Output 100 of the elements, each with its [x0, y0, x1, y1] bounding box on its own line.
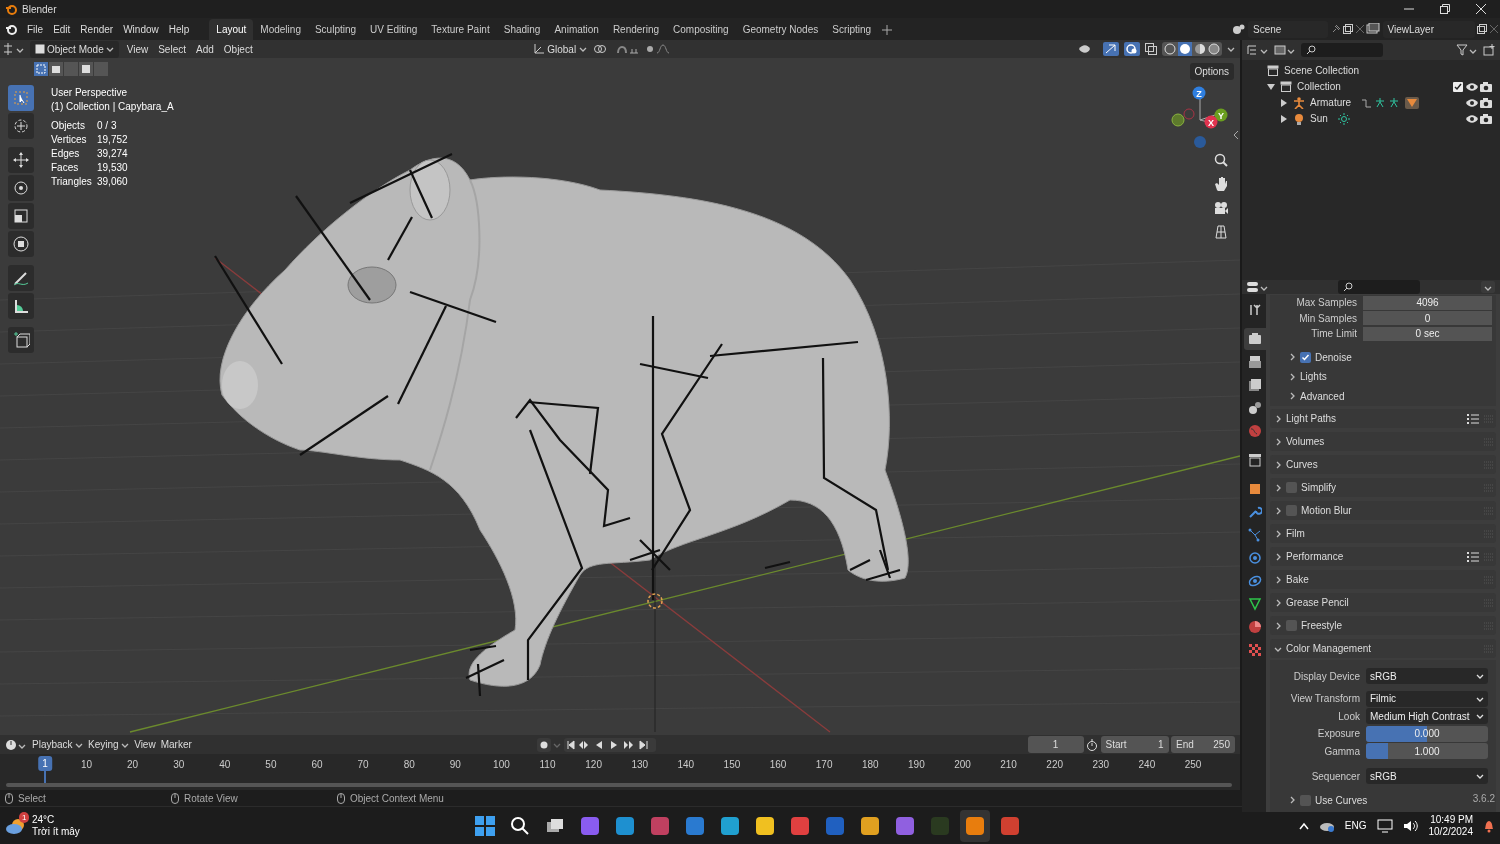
camera-icon[interactable]: [1480, 113, 1492, 124]
select-box-icon[interactable]: [12, 89, 30, 107]
slider-field[interactable]: 1.000: [1366, 743, 1488, 760]
number-field[interactable]: 4096: [1363, 295, 1492, 310]
chevron-icon[interactable]: [1274, 506, 1282, 515]
copy-icon[interactable]: [1477, 24, 1487, 34]
bell-icon[interactable]: [1483, 818, 1495, 833]
app-icon[interactable]: [615, 815, 635, 836]
chevron-icon[interactable]: [1274, 529, 1282, 538]
workspace-tab[interactable]: Sculpting: [307, 19, 364, 40]
camera-icon[interactable]: [1213, 200, 1229, 216]
workspace-tab[interactable]: Geometry Nodes: [735, 19, 826, 40]
dropdown-field[interactable]: sRGB: [1366, 668, 1488, 684]
menu-item[interactable]: View: [134, 737, 156, 752]
camera-icon[interactable]: [1480, 97, 1492, 108]
checkbox[interactable]: [1286, 482, 1297, 493]
chevron-icon[interactable]: [1288, 353, 1296, 362]
workspace-tab[interactable]: Rendering: [605, 19, 667, 40]
app-icon[interactable]: [895, 815, 915, 836]
start-frame-field[interactable]: Start 1: [1100, 736, 1169, 753]
snap-icon[interactable]: [616, 43, 641, 55]
dropdown-field[interactable]: sRGB: [1366, 768, 1488, 784]
tool-icon[interactable]: [1248, 303, 1262, 317]
checkbox[interactable]: [1286, 505, 1297, 516]
panel-title[interactable]: Film: [1286, 526, 1305, 541]
transform-icon[interactable]: [12, 235, 30, 253]
annotate-icon[interactable]: [12, 269, 30, 287]
panel-title[interactable]: Motion Blur: [1301, 503, 1352, 518]
presets-list-icon[interactable]: [1466, 413, 1479, 424]
presets-list-icon[interactable]: [1466, 551, 1479, 562]
wrench-icon[interactable]: [1248, 505, 1262, 519]
measure-icon[interactable]: [12, 297, 30, 315]
playback-controls-icon[interactable]: [563, 737, 656, 752]
menu-item[interactable]: Window: [123, 21, 159, 37]
network-icon[interactable]: [1376, 818, 1393, 833]
negative-z-handle[interactable]: [1194, 136, 1206, 148]
clock-date[interactable]: 10/2/2024: [1428, 825, 1473, 838]
timeline-scrollbar[interactable]: [6, 783, 1232, 787]
app-icon[interactable]: [860, 815, 880, 836]
restore-icon[interactable]: [1440, 4, 1450, 14]
editor-type-icon[interactable]: [2, 43, 25, 55]
menu-item[interactable]: Help: [168, 21, 190, 37]
panel-title[interactable]: Lights: [1300, 369, 1327, 385]
panel-title[interactable]: Simplify: [1301, 480, 1336, 495]
workspace-tab[interactable]: Animation: [547, 19, 606, 40]
material-icon[interactable]: [1248, 620, 1262, 634]
physics-icon[interactable]: [1248, 551, 1262, 565]
panel-title[interactable]: Light Paths: [1286, 411, 1337, 426]
chevron-icon[interactable]: [1274, 437, 1282, 446]
language-indicator[interactable]: ENG: [1344, 818, 1367, 833]
search-field[interactable]: [1301, 43, 1383, 57]
stopwatch-icon[interactable]: [1086, 738, 1098, 751]
panel-title[interactable]: Volumes: [1286, 434, 1325, 449]
menu-item[interactable]: Object: [221, 41, 256, 57]
editor-type-icon[interactable]: [5, 738, 27, 751]
checkbox[interactable]: [1286, 620, 1297, 631]
camera-icon[interactable]: [1480, 81, 1492, 92]
constraints-icon[interactable]: [1248, 574, 1262, 588]
cursor-icon[interactable]: [12, 117, 30, 135]
axis-handle[interactable]: X: [1204, 115, 1218, 129]
menu-item[interactable]: Select: [155, 41, 189, 57]
scene-icon[interactable]: [1248, 401, 1262, 415]
chevron-icon[interactable]: [1288, 372, 1296, 381]
workspace-tab[interactable]: UV Editing: [363, 19, 425, 40]
object-icon[interactable]: [1248, 482, 1262, 496]
active-app-highlight[interactable]: [960, 809, 990, 842]
chevron-icon[interactable]: [1274, 621, 1282, 630]
number-field[interactable]: 0: [1363, 311, 1492, 326]
menu-item[interactable]: Add: [193, 41, 217, 57]
caret-icon[interactable]: [1227, 45, 1235, 53]
scene-selector[interactable]: Scene: [1248, 20, 1328, 38]
mode-dropdown[interactable]: Object Mode: [29, 40, 120, 58]
filter-view-icon[interactable]: [1274, 44, 1296, 56]
proportional-icon[interactable]: [645, 43, 670, 55]
outliner-item[interactable]: Collection: [1297, 79, 1341, 94]
scene-icon[interactable]: [1231, 23, 1246, 35]
search-field[interactable]: [1338, 280, 1420, 294]
sun-data-icon[interactable]: [1337, 112, 1350, 125]
number-field[interactable]: 0 sec: [1363, 326, 1492, 341]
menu-item[interactable]: Render: [80, 21, 114, 37]
eye-icon[interactable]: [1465, 113, 1478, 124]
chevron-icon[interactable]: [1274, 552, 1282, 561]
rotate-icon[interactable]: [12, 179, 30, 197]
chevron-icon[interactable]: [1274, 414, 1282, 423]
outliner-item[interactable]: Scene Collection: [1284, 63, 1360, 78]
add-cube-icon[interactable]: [12, 331, 30, 349]
checkbox[interactable]: [1300, 794, 1311, 806]
app-icon[interactable]: [965, 815, 985, 836]
hand-icon[interactable]: [1213, 176, 1229, 192]
add-icon[interactable]: [882, 25, 893, 35]
zoom-icon[interactable]: [1213, 152, 1229, 168]
app-icon[interactable]: [755, 815, 775, 836]
disclosure-icon[interactable]: [1280, 114, 1288, 123]
axis-handle[interactable]: Z: [1192, 86, 1206, 100]
view-layer-selector[interactable]: ViewLayer: [1382, 20, 1475, 38]
menu-item[interactable]: Marker: [160, 737, 192, 752]
negative-x-handle[interactable]: [1171, 113, 1185, 127]
orientation-dropdown[interactable]: Global: [530, 41, 589, 57]
mesh-data-icon[interactable]: [1248, 597, 1262, 611]
menu-dropdown[interactable]: Keying: [88, 737, 130, 752]
